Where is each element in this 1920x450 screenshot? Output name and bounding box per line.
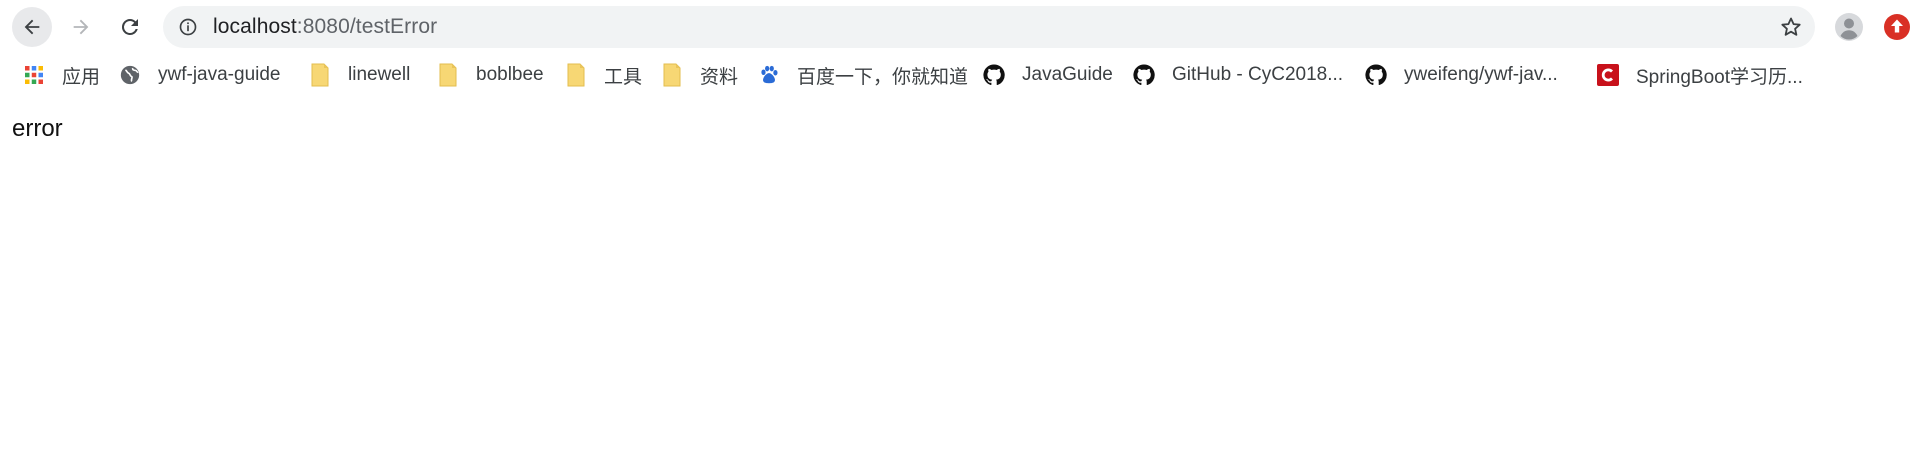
address-bar[interactable]: localhost:8080/testError: [163, 6, 1815, 48]
bookmarks-bar: 应用 ywf-java-guide linewell boblbee 工具 资料: [0, 52, 1920, 98]
bookmark-apps[interactable]: 应用: [22, 60, 100, 90]
bookmark-star-icon[interactable]: [1779, 15, 1803, 39]
bookmark-label: boblbee: [476, 64, 544, 85]
baidu-paw-icon: [757, 63, 781, 87]
bookmark-baidu[interactable]: 百度一下，你就知道: [757, 60, 968, 90]
bookmark-label: 资料: [700, 66, 739, 88]
bookmark-yweifeng[interactable]: yweifeng/ywf-jav...: [1364, 60, 1558, 90]
forward-button[interactable]: [61, 7, 101, 47]
site-info-icon[interactable]: [177, 16, 199, 38]
bookmark-label: SpringBoot学习历...: [1636, 66, 1803, 88]
reload-icon: [121, 18, 138, 35]
back-button[interactable]: [12, 7, 52, 47]
bookmark-github-cyc2018[interactable]: GitHub - CyC2018...: [1132, 60, 1343, 90]
folder-icon: [308, 63, 332, 87]
bookmark-ywf-java-guide[interactable]: ywf-java-guide: [118, 60, 281, 90]
browser-toolbar: localhost:8080/testError: [0, 0, 1920, 52]
url-text[interactable]: localhost:8080/testError: [213, 15, 437, 39]
bookmark-springboot[interactable]: SpringBoot学习历...: [1596, 60, 1803, 90]
bookmark-label: ywf-java-guide: [158, 64, 281, 85]
error-message: error: [12, 115, 63, 142]
folder-icon: [660, 63, 684, 87]
bookmark-label: JavaGuide: [1022, 64, 1113, 85]
bookmark-folder-materials[interactable]: 资料: [660, 60, 738, 90]
folder-icon: [436, 63, 460, 87]
bookmark-javaguide[interactable]: JavaGuide: [982, 60, 1113, 90]
globe-icon: [118, 63, 142, 87]
github-icon: [1364, 63, 1388, 87]
reload-button[interactable]: [110, 7, 150, 47]
bookmark-folder-linewell[interactable]: linewell: [308, 60, 410, 90]
csdn-icon: [1596, 63, 1620, 87]
bookmark-folder-boblbee[interactable]: boblbee: [436, 60, 544, 90]
arrow-right-icon: [73, 19, 89, 35]
apps-grid-icon: [22, 63, 46, 87]
bookmark-label: 百度一下，你就知道: [797, 66, 969, 88]
url-path: :8080/testError: [296, 15, 438, 38]
github-icon: [982, 63, 1006, 87]
github-icon: [1132, 63, 1156, 87]
folder-icon: [564, 63, 588, 87]
extension-upload-icon[interactable]: [1882, 12, 1912, 42]
profile-avatar-icon[interactable]: [1834, 12, 1864, 42]
bookmark-label: 工具: [604, 66, 643, 88]
bookmark-label: 应用: [62, 66, 101, 88]
bookmark-folder-tools[interactable]: 工具: [564, 60, 642, 90]
page-content: error: [0, 98, 1920, 143]
bookmark-label: GitHub - CyC2018...: [1172, 64, 1344, 85]
arrow-left-icon: [24, 19, 40, 35]
bookmark-label: linewell: [348, 64, 411, 85]
url-host: localhost: [213, 15, 297, 38]
bookmark-label: yweifeng/ywf-jav...: [1404, 64, 1558, 85]
